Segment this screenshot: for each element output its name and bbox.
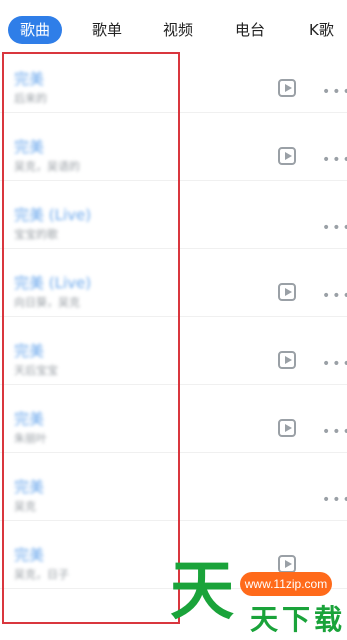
- tab-videos[interactable]: 视频: [163, 16, 193, 44]
- song-artist: 吴克: [14, 500, 36, 513]
- play-video-icon[interactable]: [278, 147, 296, 165]
- play-video-icon[interactable]: [278, 79, 296, 97]
- more-options-icon[interactable]: •••: [322, 492, 347, 508]
- watermark-text: 天下载: [250, 603, 347, 636]
- tab-radio[interactable]: 电台: [235, 16, 265, 44]
- more-options-icon[interactable]: •••: [322, 84, 347, 100]
- song-title: 完美 (Live): [14, 274, 92, 292]
- song-title: 完美: [14, 70, 45, 88]
- song-title: 完美: [14, 546, 45, 564]
- song-artist: 吴克，日子: [14, 568, 69, 581]
- song-row[interactable]: 完美 后来的 •••: [0, 44, 347, 113]
- more-options-icon[interactable]: •••: [322, 356, 347, 372]
- watermark-url: www.11zip.com: [240, 572, 332, 596]
- play-video-icon[interactable]: [278, 283, 296, 301]
- more-options-icon[interactable]: •••: [322, 424, 347, 440]
- more-options-icon[interactable]: •••: [322, 220, 347, 236]
- more-options-icon[interactable]: •••: [322, 288, 347, 304]
- song-artist: 吴克，吴语的: [14, 160, 80, 173]
- song-title: 完美: [14, 342, 45, 360]
- play-video-icon[interactable]: [278, 419, 296, 437]
- tab-karaoke[interactable]: K歌: [309, 16, 334, 44]
- song-title: 完美 (Live): [14, 206, 92, 224]
- tab-songs[interactable]: 歌曲: [8, 16, 63, 44]
- song-row[interactable]: 完美 (Live) 向日葵，吴克 •••: [0, 248, 347, 317]
- more-options-icon[interactable]: •••: [322, 152, 347, 168]
- song-title: 完美: [14, 478, 45, 496]
- song-row[interactable]: 完美 (Live) 宝宝的歌 •••: [0, 180, 347, 249]
- song-title: 完美: [14, 138, 45, 156]
- watermark-logo: 天 www.11zip.com 天下载: [170, 560, 347, 640]
- tab-playlists[interactable]: 歌单: [92, 16, 122, 44]
- song-artist: 朱丽叶: [14, 432, 47, 445]
- song-row[interactable]: 完美 朱丽叶 •••: [0, 384, 347, 453]
- song-row[interactable]: 完美 吴克，吴语的 •••: [0, 112, 347, 181]
- play-video-icon[interactable]: [278, 351, 296, 369]
- song-artist: 天后宝宝: [14, 364, 58, 377]
- song-row[interactable]: 完美 吴克 •••: [0, 452, 347, 521]
- song-artist: 向日葵，吴克: [14, 296, 80, 309]
- watermark-big-char: 天: [170, 555, 234, 629]
- song-artist: 宝宝的歌: [14, 228, 58, 241]
- song-title: 完美: [14, 410, 45, 428]
- song-row[interactable]: 完美 天后宝宝 •••: [0, 316, 347, 385]
- song-artist: 后来的: [14, 92, 47, 105]
